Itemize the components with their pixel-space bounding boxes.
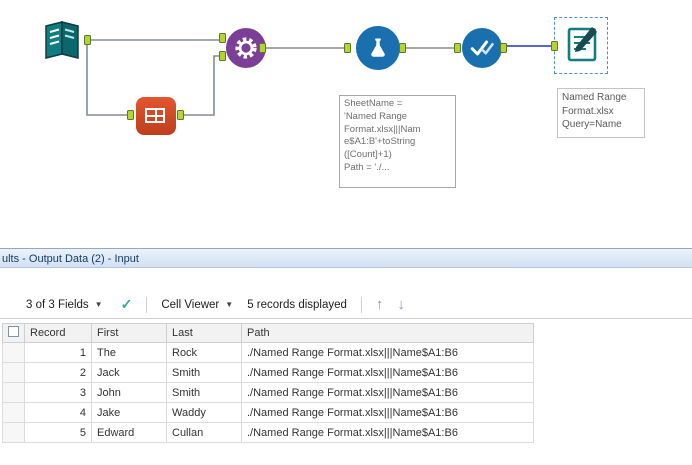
table-cell[interactable]: ./Named Range Format.xlsx|||Name$A1:B6 <box>241 382 534 403</box>
output-anchor[interactable] <box>177 110 184 120</box>
double-check-icon <box>470 40 494 56</box>
input-anchor-2[interactable] <box>219 51 226 61</box>
results-table-body: 1 The Rock ./Named Range Format.xlsx|||Name… <box>2 342 534 443</box>
toolbar-separator <box>360 296 362 313</box>
table-cell[interactable]: 3 <box>24 382 92 403</box>
book-icon <box>45 21 79 59</box>
table-cell[interactable]: ./Named Range Format.xlsx|||Name$A1:B6 <box>241 342 534 363</box>
output-anchor[interactable] <box>84 35 91 45</box>
apply-check-icon[interactable]: ✓ <box>121 296 133 313</box>
tool-annotation[interactable]: SheetName = 'Named Range Format.xlsx|||N… <box>339 95 456 188</box>
up-arrow-button[interactable]: ↑ <box>376 297 384 312</box>
row-selector-cell[interactable] <box>2 382 25 403</box>
row-selector-cell[interactable] <box>2 362 25 383</box>
column-header-path[interactable]: Path <box>241 323 534 343</box>
connection-line[interactable] <box>184 55 219 116</box>
toolbar-separator <box>146 296 148 313</box>
output-data-tool[interactable] <box>560 22 604 66</box>
table-cell[interactable]: ./Named Range Format.xlsx|||Name$A1:B6 <box>241 422 534 443</box>
select-all-icon <box>8 326 19 337</box>
check-tool[interactable] <box>462 28 502 68</box>
tool-annotation[interactable]: Named Range Format.xlsx Query=Name <box>557 88 645 138</box>
gear-icon <box>235 37 257 59</box>
records-displayed-text: 5 records displayed <box>247 298 347 311</box>
row-selector-cell[interactable] <box>2 422 25 443</box>
table-header-row: Record First Last Path <box>2 323 534 343</box>
results-panel: ults - Output Data (2) - Input 3 of 3 Fi… <box>0 248 692 465</box>
table-cell[interactable]: ./Named Range Format.xlsx|||Name$A1:B6 <box>241 362 534 383</box>
table-cell[interactable]: 5 <box>24 422 92 443</box>
table-cell[interactable]: 4 <box>24 402 92 423</box>
chevron-down-icon: ▼ <box>94 300 103 309</box>
table-row[interactable]: 5 Edward Cullan ./Named Range Format.xlsx||… <box>2 422 534 443</box>
table-cell[interactable]: Cullan <box>166 422 242 443</box>
down-arrow-button[interactable]: ↓ <box>397 297 405 312</box>
table-row[interactable]: 4 Jake Waddy ./Named Range Format.xlsx|||Na… <box>2 402 534 423</box>
table-cell[interactable]: Smith <box>166 382 242 403</box>
table-cell[interactable]: Waddy <box>166 402 242 423</box>
table-cell[interactable]: ./Named Range Format.xlsx|||Name$A1:B6 <box>241 402 534 423</box>
fields-dropdown[interactable]: 3 of 3 Fields ▼ <box>26 299 103 311</box>
alteryx-window: SheetName = 'Named Range Format.xlsx|||N… <box>0 0 692 465</box>
chevron-down-icon: ▼ <box>225 300 234 309</box>
results-toolbar: 3 of 3 Fields ▼ ✓ Cell Viewer ▼ 5 record… <box>0 291 692 319</box>
input-anchor[interactable] <box>454 43 461 53</box>
table-cell[interactable]: 1 <box>24 342 92 363</box>
table-cell[interactable]: Jake <box>91 402 167 423</box>
table-cell[interactable]: Edward <box>91 422 167 443</box>
connection-line[interactable] <box>86 42 127 116</box>
output-anchor[interactable] <box>500 43 507 53</box>
table-cell[interactable]: 2 <box>24 362 92 383</box>
results-title: ults - Output Data (2) - Input <box>2 253 139 265</box>
table-cell[interactable]: Jack <box>91 362 167 383</box>
input-anchor[interactable] <box>127 110 134 120</box>
input-anchor-1[interactable] <box>219 33 226 43</box>
input-data-tool[interactable] <box>40 18 84 62</box>
row-selector-cell[interactable] <box>2 402 25 423</box>
select-all-corner[interactable] <box>2 323 25 343</box>
column-header-last[interactable]: Last <box>166 323 242 343</box>
input-anchor[interactable] <box>344 43 351 53</box>
formula-tool[interactable] <box>356 26 400 70</box>
column-header-record[interactable]: Record <box>24 323 92 343</box>
table-cell[interactable]: The <box>91 342 167 363</box>
notepad-pencil-icon <box>567 27 597 62</box>
output-anchor[interactable] <box>259 43 266 53</box>
column-header-first[interactable]: First <box>91 323 167 343</box>
grid-icon <box>145 108 165 123</box>
table-row[interactable]: 3 John Smith ./Named Range Format.xlsx|||Na… <box>2 382 534 403</box>
table-cell[interactable]: John <box>91 382 167 403</box>
results-titlebar[interactable]: ults - Output Data (2) - Input <box>0 249 692 268</box>
workflow-canvas[interactable]: SheetName = 'Named Range Format.xlsx|||N… <box>0 0 692 248</box>
text-input-tool[interactable] <box>136 97 176 135</box>
results-table: Record First Last Path 1 The Rock ./Named R… <box>2 323 534 443</box>
flask-icon <box>371 38 385 57</box>
input-anchor[interactable] <box>551 41 558 51</box>
table-cell[interactable]: Rock <box>166 342 242 363</box>
output-anchor[interactable] <box>399 43 406 53</box>
table-row[interactable]: 2 Jack Smith ./Named Range Format.xlsx|||Na… <box>2 362 534 383</box>
table-row[interactable]: 1 The Rock ./Named Range Format.xlsx|||Name… <box>2 342 534 363</box>
table-cell[interactable]: Smith <box>166 362 242 383</box>
cell-viewer-dropdown[interactable]: Cell Viewer ▼ <box>161 299 233 311</box>
row-selector-cell[interactable] <box>2 342 25 363</box>
